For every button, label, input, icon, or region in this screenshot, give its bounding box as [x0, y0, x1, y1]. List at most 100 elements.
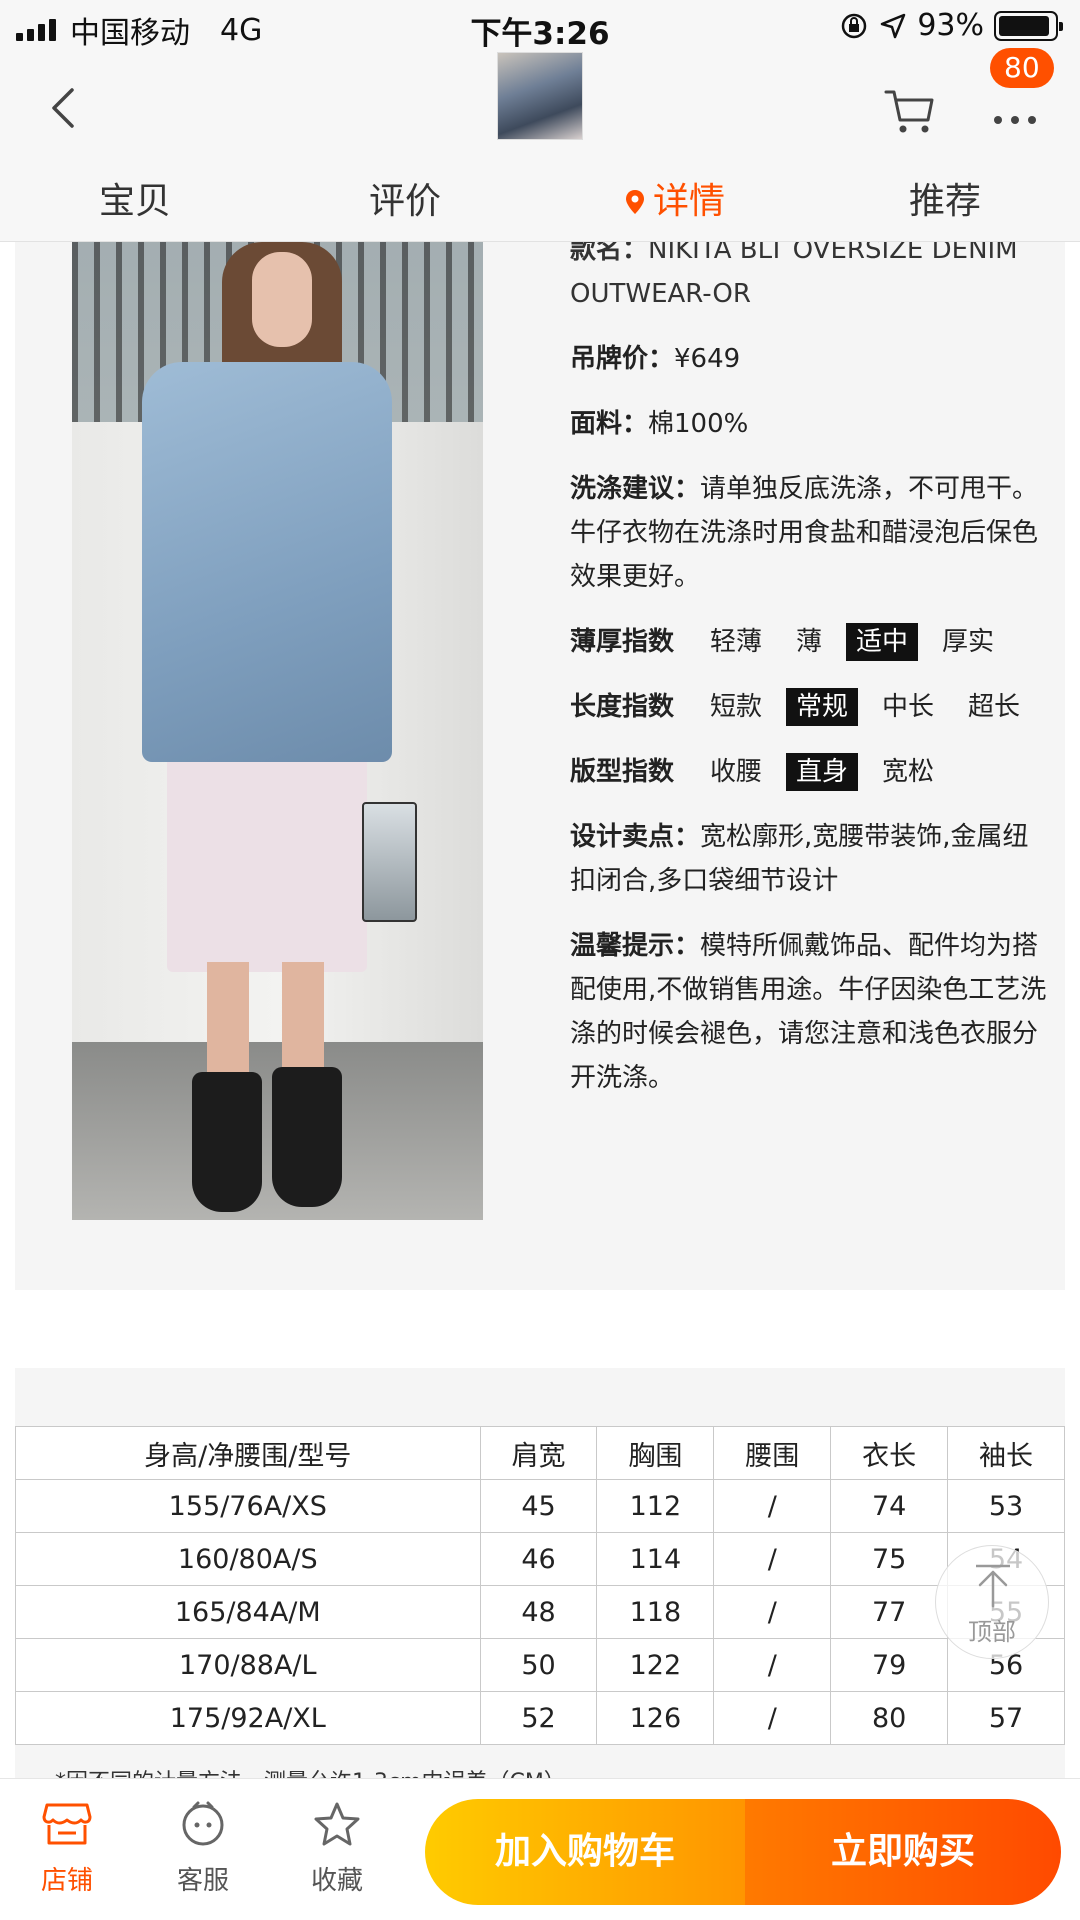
table-cell: /: [713, 1479, 832, 1533]
bottom-bar: 店铺 客服 收藏 加入购物车 立即购买: [0, 1778, 1080, 1920]
column-header: 肩宽: [479, 1426, 598, 1480]
more-icon[interactable]: [990, 92, 1040, 132]
table-cell: 170/88A/L: [15, 1638, 481, 1692]
table-cell: 74: [830, 1479, 949, 1533]
table-cell: 53: [947, 1479, 1065, 1533]
screen: 中国移动 4G 下午3:26 93% 80 宝贝 评价 详情 推荐 款名：NIK…: [0, 0, 1080, 1920]
spec-tag-price: 吊牌价：¥649: [570, 337, 1050, 381]
battery-icon: [994, 10, 1063, 41]
table-cell: 80: [830, 1691, 949, 1745]
location-pin-icon: [625, 190, 644, 214]
size-table: 身高/净腰围/型号 肩宽 胸围 腰围 衣长 袖长 155/76A/XS 45 112…: [15, 1426, 1065, 1745]
shop-icon: [42, 1803, 92, 1845]
table-cell: 165/84A/M: [15, 1585, 481, 1639]
column-header: 胸围: [596, 1426, 715, 1480]
tab-label: 宝贝: [98, 181, 171, 222]
table-cell: /: [713, 1585, 832, 1639]
length-index: 长度指数 短款 常规 中长 超长: [570, 685, 1050, 729]
tab-details[interactable]: 详情: [540, 162, 810, 242]
add-to-cart-button[interactable]: 加入购物车: [425, 1799, 745, 1905]
table-cell: 57: [947, 1691, 1065, 1745]
thickness-index-label: 薄厚指数: [570, 627, 675, 657]
favorite-label: 收藏: [310, 1866, 363, 1896]
tab-label: 详情: [652, 181, 725, 222]
table-cell: 112: [596, 1479, 715, 1533]
spec-design-label: 设计卖点：: [570, 822, 701, 852]
tab-bar: 宝贝 评价 详情 推荐: [0, 162, 1080, 242]
service-label: 客服: [176, 1866, 229, 1896]
product-thumbnail[interactable]: [497, 52, 583, 140]
thickness-option: 轻薄: [710, 627, 763, 657]
table-cell: 122: [596, 1638, 715, 1692]
buy-now-button[interactable]: 立即购买: [745, 1799, 1061, 1905]
thickness-option: 薄: [796, 627, 823, 657]
fit-index-label: 版型指数: [570, 757, 675, 787]
spec-design: 设计卖点：宽松廓形,宽腰带装饰,金属纽扣闭合,多口袋细节设计: [570, 815, 1050, 903]
table-cell: 46: [479, 1532, 598, 1586]
tab-recommend[interactable]: 推荐: [810, 162, 1080, 242]
table-row: 160/80A/S46114/7554: [15, 1532, 1065, 1586]
table-cell: 75: [830, 1532, 949, 1586]
table-cell: /: [713, 1532, 832, 1586]
table-cell: 126: [596, 1691, 715, 1745]
table-row: 155/76A/XS 45 112/74 53: [15, 1479, 1065, 1533]
spec-fabric-label: 面料：: [570, 409, 649, 439]
spec-fabric-value: 棉100%: [648, 409, 749, 439]
column-header: 衣长: [830, 1426, 949, 1480]
cart-icon[interactable]: [882, 82, 938, 138]
size-chart-section: 身高/净腰围/型号 肩宽 胸围 腰围 衣长 袖长 155/76A/XS 45 112…: [15, 1368, 1065, 1795]
table-cell: 52: [479, 1691, 598, 1745]
tab-reviews[interactable]: 评价: [270, 162, 540, 242]
detail-panel: 款名：NIKITA BLT OVERSIZE DENIM OUTWEAR-OR …: [15, 242, 1065, 1290]
fit-option: 宽松: [882, 757, 935, 787]
table-cell: 160/80A/S: [15, 1532, 481, 1586]
status-bar: 中国移动 4G 下午3:26 93%: [0, 0, 1080, 52]
battery-level: [999, 15, 1050, 36]
table-row: 175/92A/XL 52 126/80 57: [15, 1691, 1065, 1745]
shop-label: 店铺: [40, 1866, 93, 1896]
status-right: 93%: [839, 8, 1063, 43]
back-to-top-button[interactable]: 顶部: [935, 1545, 1049, 1659]
length-option: 中长: [882, 692, 935, 722]
column-header: 袖长: [947, 1426, 1065, 1480]
length-index-label: 长度指数: [570, 692, 675, 722]
table-cell: 48: [479, 1585, 598, 1639]
favorite-button[interactable]: 收藏: [282, 1801, 392, 1897]
spec-name: 款名：NIKITA BLT OVERSIZE DENIM OUTWEAR-OR: [570, 242, 1050, 316]
shop-button[interactable]: 店铺: [12, 1801, 122, 1897]
table-cell: 155/76A/XS: [15, 1479, 481, 1533]
service-button[interactable]: 客服: [148, 1801, 258, 1897]
spec-tag-price-value: ¥649: [674, 344, 741, 374]
thickness-option: 适中: [846, 623, 919, 661]
spec-fabric: 面料：棉100%: [570, 402, 1050, 446]
tab-baobei[interactable]: 宝贝: [0, 162, 270, 242]
spec-wash-label: 洗涤建议：: [570, 474, 701, 504]
service-icon: [182, 1801, 224, 1846]
length-option: 超长: [968, 692, 1021, 722]
table-cell: 175/92A/XL: [15, 1691, 481, 1745]
spec-tag-price-label: 吊牌价：: [570, 344, 675, 374]
table-cell: 118: [596, 1585, 715, 1639]
fit-option: 直身: [786, 753, 859, 791]
table-cell: /: [713, 1691, 832, 1745]
thickness-option: 厚实: [942, 627, 995, 657]
arrow-up-icon: [976, 1564, 1010, 1608]
back-icon[interactable]: [40, 82, 90, 132]
product-specs: 款名：NIKITA BLT OVERSIZE DENIM OUTWEAR-OR …: [570, 242, 1050, 1121]
spec-wash: 洗涤建议：请单独反底洗涤，不可甩干。牛仔衣物在洗涤时用食盐和醋浸泡后保色效果更好…: [570, 467, 1050, 599]
column-header: 腰围: [713, 1426, 832, 1480]
table-header-row: 身高/净腰围/型号 肩宽 胸围 腰围 衣长 袖长: [15, 1426, 1065, 1480]
table-cell: 79: [830, 1638, 949, 1692]
fit-index: 版型指数 收腰 直身 宽松: [570, 750, 1050, 794]
product-photo[interactable]: [72, 242, 483, 1220]
spec-name-label: 款名：: [570, 242, 649, 265]
back-to-top-label: 顶部: [968, 1618, 1016, 1646]
location-arrow-icon: [881, 13, 906, 38]
table-cell: /: [713, 1638, 832, 1692]
header: 80 宝贝 评价 详情 推荐: [0, 48, 1080, 242]
table-cell: 45: [479, 1479, 598, 1533]
length-option: 常规: [786, 688, 859, 726]
table-row: 170/88A/L 50 122/79 56: [15, 1638, 1065, 1692]
cart-badge: 80: [990, 48, 1054, 88]
tab-label: 推荐: [908, 181, 981, 222]
